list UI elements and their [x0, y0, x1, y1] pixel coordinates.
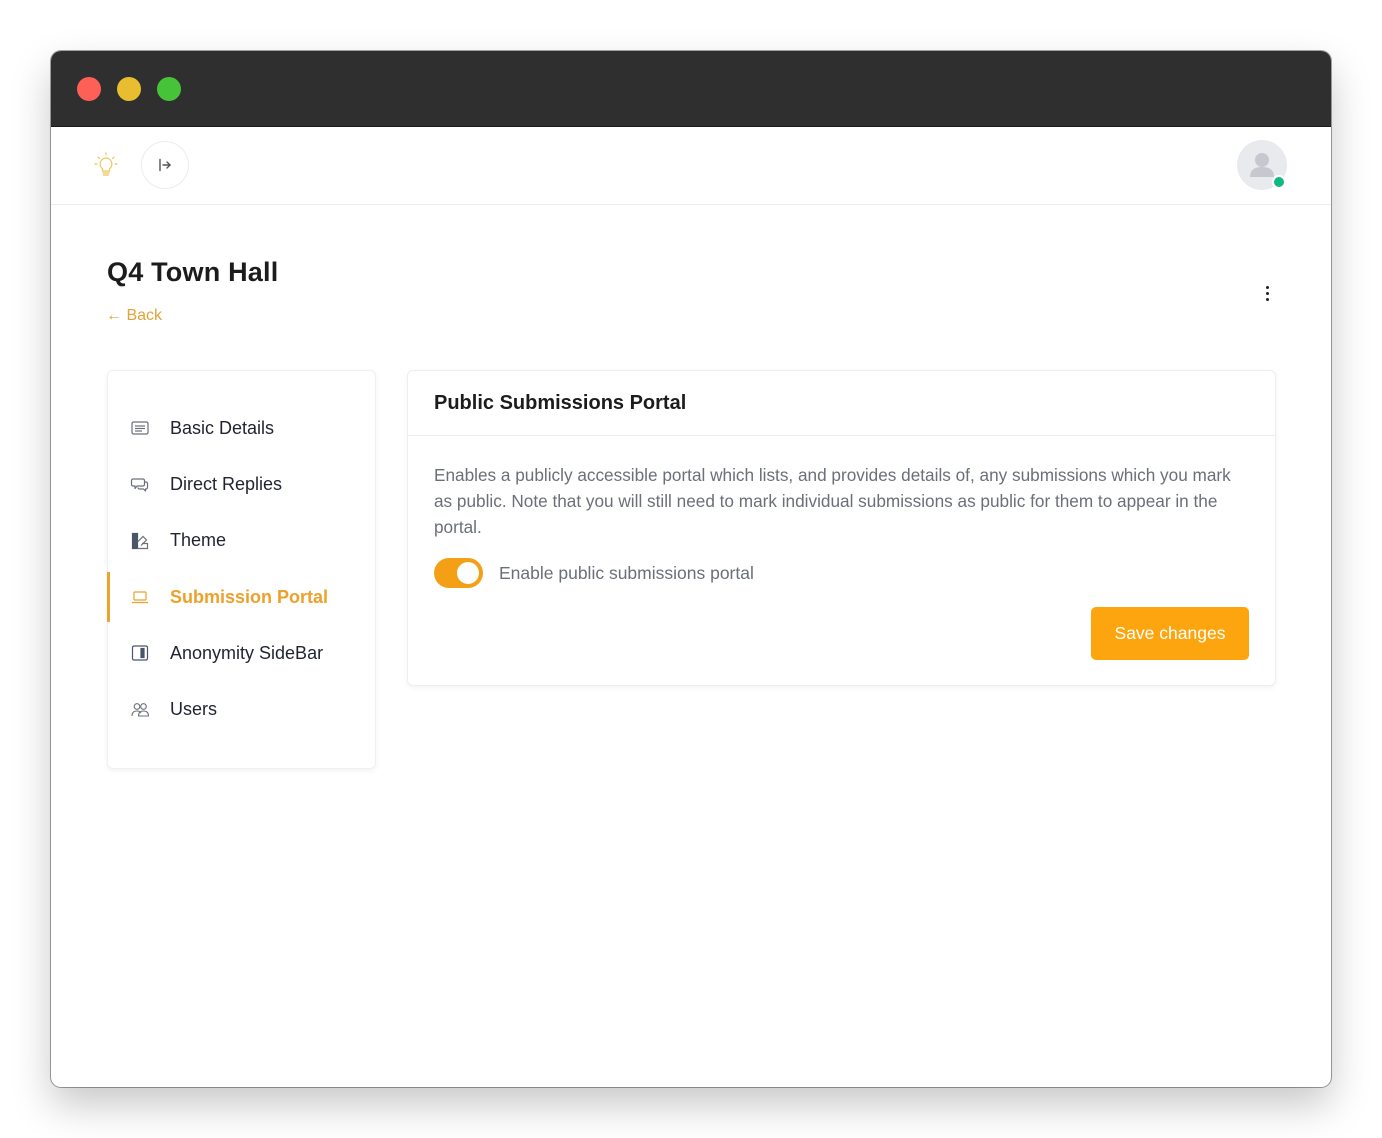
sidenav-item-theme[interactable]: Theme — [108, 513, 375, 569]
submission-portal-card: Public Submissions Portal Enables a publ… — [407, 370, 1276, 686]
toggle-label: Enable public submissions portal — [499, 562, 754, 583]
lightbulb-icon[interactable] — [91, 150, 121, 180]
sidenav-label: Users — [170, 699, 218, 720]
toggle-sidebar-button[interactable] — [141, 141, 189, 189]
sidenav-label: Submission Portal — [170, 586, 329, 607]
top-navbar — [51, 127, 1331, 205]
close-window-button[interactable] — [77, 77, 101, 101]
document-lines-icon — [130, 418, 150, 438]
chat-bubbles-icon — [130, 474, 150, 494]
sidenav-label: Anonymity SideBar — [170, 642, 324, 663]
sidebar-panel-icon — [130, 643, 150, 663]
sidenav-label: Basic Details — [170, 417, 275, 438]
sidenav-item-basic-details[interactable]: Basic Details — [108, 400, 375, 456]
save-changes-button[interactable]: Save changes — [1091, 607, 1249, 660]
maximize-window-button[interactable] — [157, 77, 181, 101]
laptop-icon — [130, 587, 150, 607]
page-title: Q4 Town Hall — [107, 257, 279, 287]
online-status-dot — [1272, 175, 1286, 189]
card-body: Enables a publicly accessible portal whi… — [408, 436, 1275, 588]
card-header: Public Submissions Portal — [408, 371, 1275, 436]
users-icon — [130, 700, 150, 720]
minimize-window-button[interactable] — [117, 77, 141, 101]
sidenav-label: Direct Replies — [170, 473, 283, 494]
app-window: Q4 Town Hall ← Back Basic Details Direct… — [51, 51, 1331, 1087]
enable-portal-toggle[interactable] — [434, 558, 483, 588]
toggle-knob — [457, 562, 479, 584]
user-avatar[interactable] — [1237, 140, 1287, 190]
card-title: Public Submissions Portal — [434, 391, 687, 414]
settings-sidenav: Basic Details Direct Replies Theme Submi… — [107, 370, 376, 769]
sidenav-item-direct-replies[interactable]: Direct Replies — [108, 456, 375, 512]
sidenav-label: Theme — [170, 530, 227, 551]
sidebar-expand-arrow-icon — [159, 158, 171, 172]
sidenav-item-users[interactable]: Users — [108, 681, 375, 737]
kebab-menu-icon[interactable] — [1257, 281, 1277, 305]
card-description: Enables a publicly accessible portal whi… — [434, 465, 1231, 537]
sidenav-item-anonymity-sidebar[interactable]: Anonymity SideBar — [108, 625, 375, 681]
back-link[interactable]: ← Back — [106, 307, 162, 325]
window-titlebar — [51, 51, 1331, 127]
enable-portal-toggle-row: Enable public submissions portal — [434, 558, 1249, 588]
sidenav-item-submission-portal[interactable]: Submission Portal — [107, 569, 375, 625]
color-swatch-icon — [130, 531, 150, 551]
